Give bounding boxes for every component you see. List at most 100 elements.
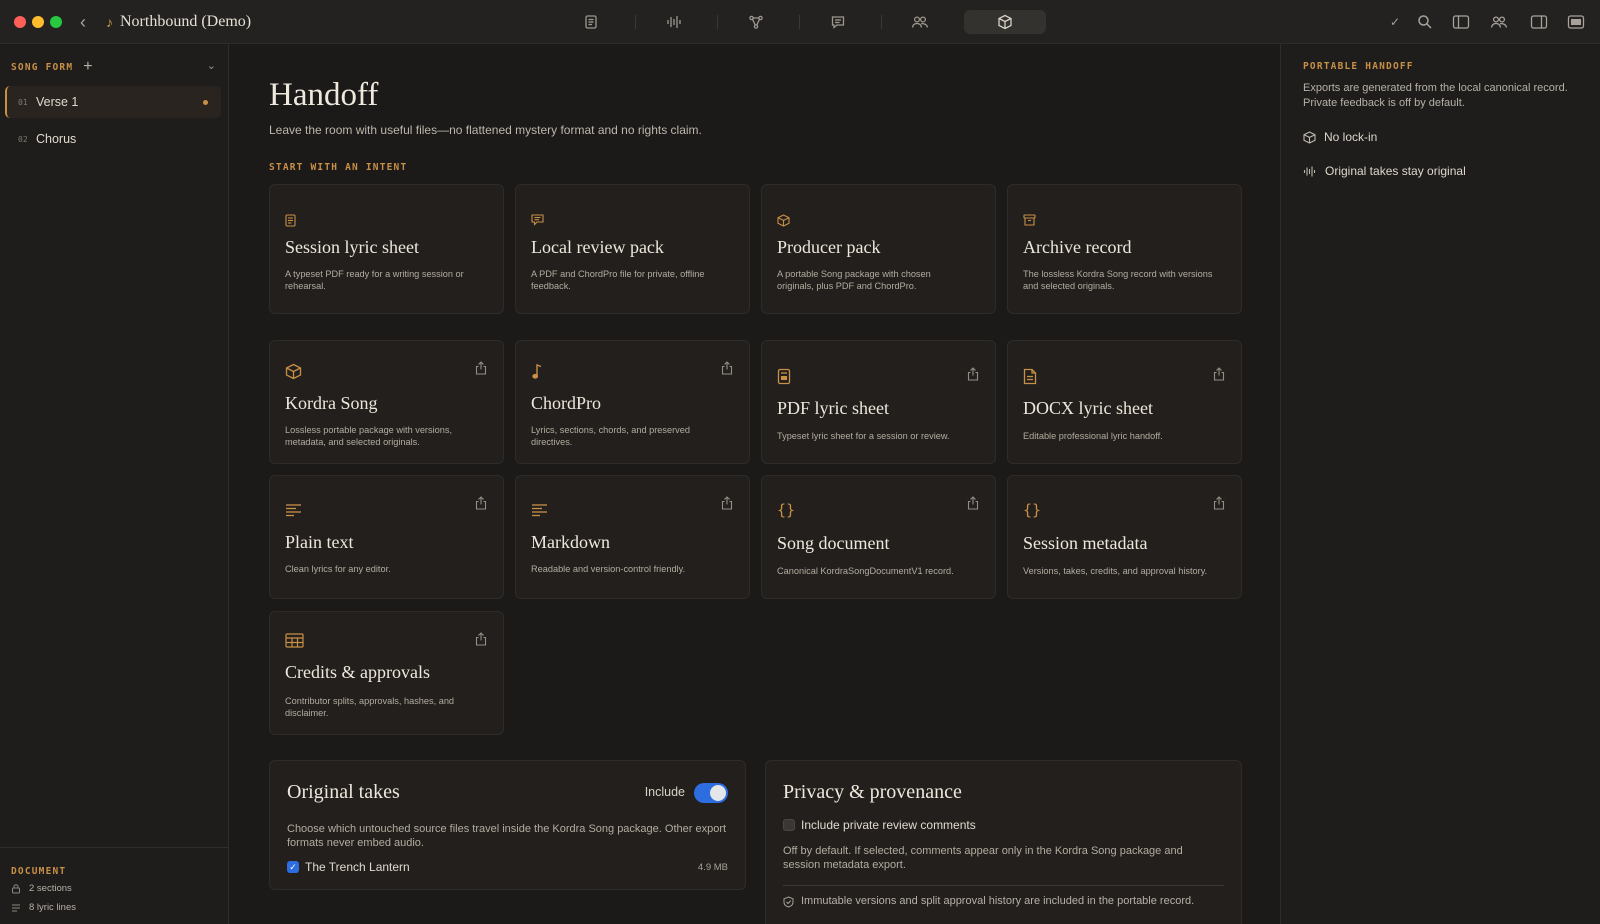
handoff-mode-button[interactable] (964, 10, 1046, 34)
card-description: Editable professional lyric handoff. (1023, 431, 1163, 441)
panel-description: Off by default. If selected, comments ap… (783, 845, 1183, 871)
format-card-docx-lyric-sheet[interactable]: DOCX lyric sheet Editable professional l… (1007, 340, 1242, 464)
saved-check-icon: ✓ (1389, 15, 1401, 29)
package-icon (777, 214, 790, 227)
page-title: Handoff (269, 77, 379, 113)
item-label: Original takes stay original (1325, 164, 1466, 178)
lyric-lines-count: 8 lyric lines (29, 902, 76, 913)
card-title: Local review pack (531, 237, 664, 257)
export-share-icon[interactable] (1213, 496, 1225, 510)
card-title: Plain text (285, 532, 354, 552)
export-share-icon[interactable] (475, 632, 487, 646)
card-description: Lyrics, sections, chords, and preserved … (531, 425, 690, 447)
format-card-pdf-lyric-sheet[interactable]: PDF lyric sheet Typeset lyric sheet for … (761, 340, 996, 464)
people-icon (1490, 16, 1508, 28)
docx-icon (1023, 368, 1037, 385)
close-window-button[interactable] (14, 16, 26, 28)
format-card-session-metadata[interactable]: {} Session metadata Versions, takes, cre… (1007, 475, 1242, 599)
card-description: A typeset PDF ready for a writing sessio… (285, 269, 464, 291)
no-lock-in-item: No lock-in (1303, 130, 1377, 144)
lyrics-mode-button[interactable] (550, 10, 632, 34)
waveform-icon (667, 16, 681, 28)
export-share-icon[interactable] (475, 361, 487, 375)
intent-card-producer-pack[interactable]: Producer pack A portable Song package wi… (761, 184, 996, 314)
format-card-chordpro[interactable]: ChordPro Lyrics, sections, chords, and p… (515, 340, 750, 464)
back-chevron-icon[interactable]: ‹ (80, 11, 96, 33)
intent-card-session-lyric-sheet[interactable]: Session lyric sheet A typeset PDF ready … (269, 184, 504, 314)
export-share-icon[interactable] (967, 367, 979, 381)
panel-title: Original takes (287, 781, 400, 803)
take-size: 4.9 MB (697, 862, 728, 873)
intent-card-archive-record[interactable]: Archive record The lossless Kordra Song … (1007, 184, 1242, 314)
arrangement-mode-button[interactable] (715, 10, 797, 34)
format-card-credits-approvals[interactable]: Credits & approvals Contributor splits, … (269, 611, 504, 735)
card-description: A PDF and ChordPro file for private, off… (531, 269, 705, 291)
chevron-down-icon[interactable]: ⌄ (207, 59, 216, 72)
text-lines-icon (531, 503, 548, 517)
section-item-verse-1[interactable]: 01 Verse 1 (5, 86, 221, 118)
lines-icon (11, 903, 21, 913)
lyric-lines-stat: 8 lyric lines (11, 902, 76, 913)
export-share-icon[interactable] (721, 496, 733, 510)
title-bar: ‹ ♪ Northbound (Demo) ✓ (0, 0, 1600, 44)
export-share-icon[interactable] (967, 496, 979, 510)
document-icon (285, 214, 296, 227)
section-name: Verse 1 (36, 95, 79, 109)
card-title: Markdown (531, 532, 610, 552)
toggle-inspector-button[interactable] (1528, 11, 1550, 33)
minimize-window-button[interactable] (32, 16, 44, 28)
export-share-icon[interactable] (1213, 367, 1225, 381)
document-label: DOCUMENT (11, 866, 67, 877)
export-share-icon[interactable] (475, 496, 487, 510)
add-section-button[interactable]: + (83, 59, 92, 75)
take-name: The Trench Lantern (305, 860, 410, 874)
branch-icon (749, 15, 763, 29)
package-icon (998, 14, 1012, 30)
music-note-icon: ♪ (106, 14, 113, 30)
shield-check-icon (783, 896, 794, 908)
include-label: Include (644, 785, 685, 799)
format-card-kordra-song[interactable]: Kordra Song Lossless portable package wi… (269, 340, 504, 464)
take-checkbox[interactable]: ✓ (287, 861, 299, 873)
song-form-header: SONG FORM + ⌄ (11, 59, 216, 75)
waveform-icon (1303, 165, 1317, 178)
panel-title: Privacy & provenance (783, 781, 962, 803)
original-takes-panel: Original takes Include Choose which unto… (269, 760, 746, 890)
card-description: Versions, takes, credits, and approval h… (1023, 566, 1208, 576)
format-card-markdown[interactable]: Markdown Readable and version-control fr… (515, 475, 750, 599)
section-item-chorus[interactable]: 02 Chorus (5, 123, 221, 155)
card-description: Canonical KordraSongDocumentV1 record. (777, 566, 954, 576)
format-card-song-document[interactable]: {} Song document Canonical KordraSongDoc… (761, 475, 996, 599)
section-number: 02 (18, 134, 28, 144)
audio-mode-button[interactable] (633, 10, 715, 34)
card-title: Song document (777, 533, 890, 553)
card-description: Clean lyrics for any editor. (285, 564, 391, 574)
toggle-sidebar-button[interactable] (1450, 11, 1472, 33)
card-title: Session lyric sheet (285, 237, 419, 257)
card-title: Producer pack (777, 237, 881, 257)
active-dot-icon (203, 100, 208, 105)
main-content: Handoff Leave the room with useful files… (230, 44, 1280, 924)
export-share-icon[interactable] (721, 361, 733, 375)
card-description: Lossless portable package with versions,… (285, 425, 452, 447)
card-description: The lossless Kordra Song record with ver… (1023, 269, 1213, 291)
review-mode-button[interactable] (797, 10, 879, 34)
pdf-icon (777, 368, 791, 385)
section-number: 01 (18, 97, 28, 107)
include-originals-toggle[interactable] (694, 783, 728, 803)
panel-layout-button[interactable] (1565, 11, 1587, 33)
zoom-window-button[interactable] (50, 16, 62, 28)
archive-icon (1023, 214, 1036, 226)
intent-card-local-review-pack[interactable]: Local review pack A PDF and ChordPro fil… (515, 184, 750, 314)
comment-icon (831, 16, 845, 29)
table-icon (285, 633, 304, 648)
package-icon (285, 363, 302, 380)
portable-handoff-label: PORTABLE HANDOFF (1303, 61, 1414, 72)
search-button[interactable] (1414, 11, 1436, 33)
format-card-plain-text[interactable]: Plain text Clean lyrics for any editor. (269, 475, 504, 599)
collaborators-mode-button[interactable] (879, 10, 961, 34)
collaborators-button[interactable] (1488, 11, 1510, 33)
sidebar: SONG FORM + ⌄ 01 Verse 1 02 Chorus DOCUM… (0, 44, 229, 924)
card-title: Session metadata (1023, 533, 1148, 553)
private-comments-checkbox[interactable] (783, 819, 795, 831)
